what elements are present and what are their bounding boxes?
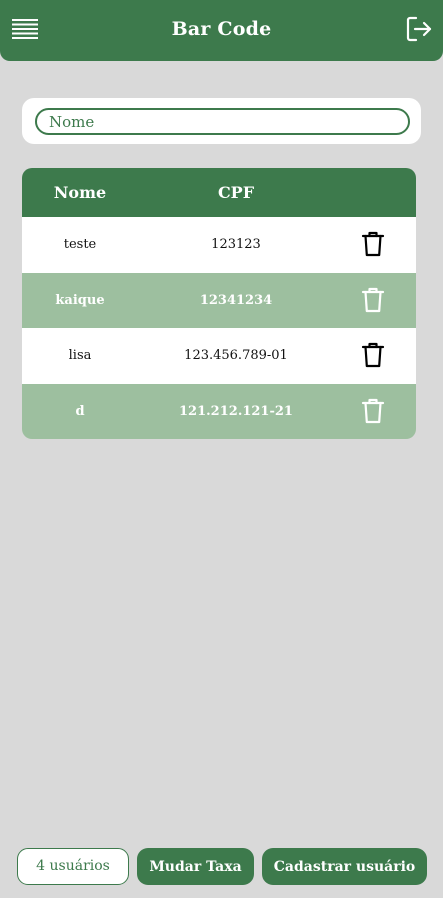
- logout-icon[interactable]: [405, 15, 433, 43]
- user-count-badge: 4 usuários: [17, 848, 129, 885]
- cell-nome: kaique: [55, 292, 105, 308]
- table-header: Nome CPF: [22, 168, 416, 217]
- cell-nome: teste: [63, 237, 97, 252]
- trash-icon[interactable]: [361, 398, 385, 424]
- cell-nome: d: [75, 403, 85, 419]
- column-header-cpf: CPF: [217, 183, 255, 202]
- cell-cpf: 123.456.789-01: [184, 348, 288, 363]
- cell-cpf: 12341234: [199, 292, 273, 308]
- cell-cpf: 123123: [211, 237, 261, 252]
- page-title: Bar Code: [171, 18, 272, 40]
- trash-icon[interactable]: [361, 231, 385, 257]
- trash-icon[interactable]: [361, 287, 385, 313]
- table-row: d 121.212.121-21: [22, 383, 416, 439]
- table-row: teste 123123: [22, 217, 416, 273]
- cell-cpf: 121.212.121-21: [179, 403, 293, 419]
- column-header-nome: Nome: [53, 183, 107, 202]
- app-header: Bar Code: [0, 0, 443, 61]
- table-row: kaique 12341234: [22, 272, 416, 328]
- table-row: lisa 123.456.789-01: [22, 328, 416, 384]
- users-table: Nome CPF teste 123123 kaique 12341234 li…: [22, 168, 416, 439]
- trash-icon[interactable]: [361, 342, 385, 368]
- cell-nome: lisa: [68, 348, 92, 363]
- register-user-button[interactable]: Cadastrar usuário: [262, 848, 427, 885]
- change-rate-button[interactable]: Mudar Taxa: [137, 848, 254, 885]
- search-card: [22, 98, 421, 144]
- search-input[interactable]: [35, 108, 410, 135]
